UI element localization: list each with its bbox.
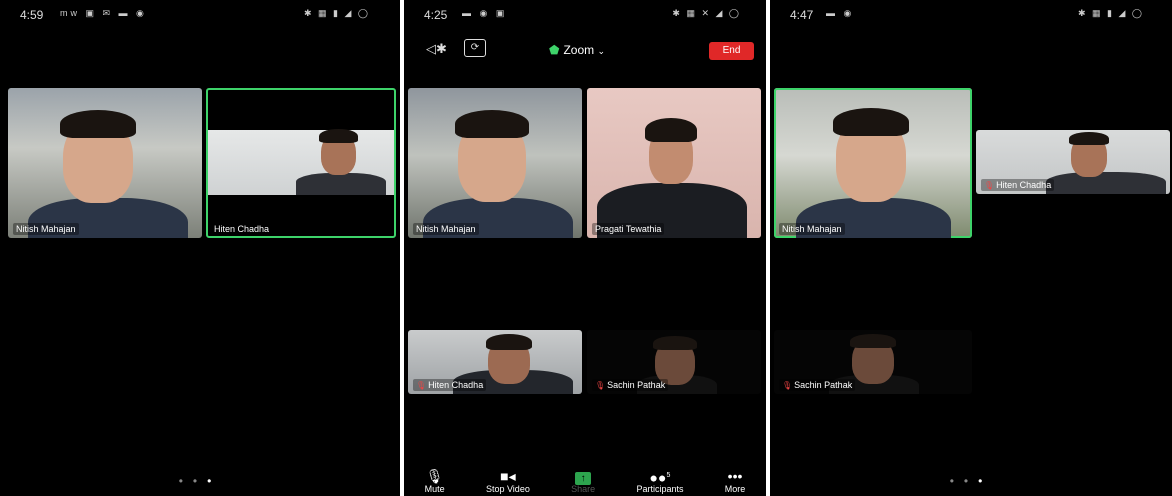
page-indicator[interactable]: ••• [0, 474, 400, 488]
participant-name-text: Hiten Chadha [428, 380, 484, 390]
shield-icon: ⬟ [549, 43, 560, 57]
mute-label: Mute [424, 484, 445, 494]
status-time: 4:59 [20, 8, 44, 22]
participant-name: 🎙 Hiten Chadha [413, 379, 487, 391]
participant-name: Nitish Mahajan [413, 223, 479, 235]
participants-label: Participants [636, 484, 684, 494]
meeting-toolbar: 🎙 Mute ■◂ Stop Video ↑ Share ●●5 Partici… [404, 458, 766, 496]
participant-hair [645, 118, 697, 142]
video-tile-nitish[interactable]: Nitish Mahajan [408, 88, 582, 238]
video-tile-hiten[interactable]: 🎙 Hiten Chadha [976, 130, 1170, 194]
participants-icon-wrap: ●●5 [650, 468, 671, 486]
notification-icons: ▬ ◉ [826, 8, 855, 18]
page-dot: • [192, 474, 208, 488]
system-icons: ✱ ▦ ▮ ◢ ◯ [304, 8, 370, 18]
participant-name: 🎙 Sachin Pathak [779, 379, 856, 391]
page-indicator[interactable]: ••• [770, 474, 1172, 488]
system-icons: ✱ ▦ ▮ ◢ ◯ [1078, 8, 1144, 18]
page-dot-active: • [978, 474, 993, 488]
chevron-down-icon: ⌄ [597, 46, 606, 56]
status-bar: 4:47 ▬ ◉ ✱ ▦ ▮ ◢ ◯ [770, 0, 1172, 28]
participant-hair [850, 334, 896, 348]
video-tile-sachin[interactable]: 🎙 Sachin Pathak [587, 330, 761, 394]
participant-name: 🎙 Hiten Chadha [981, 179, 1055, 191]
muted-mic-icon: 🎙 [416, 381, 427, 390]
participant-name: Hiten Chadha [211, 223, 273, 235]
stop-video-button[interactable]: ■◂ Stop Video [486, 468, 530, 494]
notification-icons: ▬ ◉ ▣ [462, 8, 508, 18]
participant-name: Nitish Mahajan [13, 223, 79, 235]
page-dot-active: • [207, 474, 222, 488]
participant-torso [296, 173, 386, 195]
notification-icons: mw ▣ ✉ ▬ ◉ [60, 8, 147, 18]
more-label: More [724, 484, 746, 494]
phone-screen-2: 4:25 ▬ ◉ ▣ ✱ ▦ ✕ ◢ ◯ ◁✱ ⟳ ⬟ Zoom ⌄ End Ni… [404, 0, 766, 496]
participant-name: Pragati Tewathia [592, 223, 665, 235]
status-time: 4:25 [424, 8, 448, 22]
video-tile-sachin[interactable]: 🎙 Sachin Pathak [774, 330, 972, 394]
end-button[interactable]: End [709, 42, 754, 60]
participant-hair [60, 110, 136, 138]
mute-button[interactable]: 🎙 Mute [425, 468, 445, 494]
video-tile-nitish[interactable]: Nitish Mahajan [8, 88, 202, 238]
microphone-icon: 🎙 [425, 468, 444, 484]
video-tile-hiten[interactable]: Hiten Chadha [206, 88, 396, 238]
page-dot: • [178, 474, 193, 488]
video-tile-nitish[interactable]: Nitish Mahajan [774, 88, 972, 238]
status-bar: 4:25 ▬ ◉ ▣ ✱ ▦ ✕ ◢ ◯ [404, 0, 766, 28]
share-icon-wrap: ↑ [575, 468, 592, 485]
meeting-title-text: Zoom [563, 43, 595, 57]
video-camera-icon: ■◂ [500, 468, 516, 484]
participant-name-text: Sachin Pathak [607, 380, 666, 390]
participant-name-text: Hiten Chadha [996, 180, 1052, 190]
status-bar: 4:59 mw ▣ ✉ ▬ ◉ ✱ ▦ ▮ ◢ ◯ [0, 0, 400, 28]
muted-mic-icon: 🎙 [782, 381, 793, 390]
more-icon: ••• [727, 468, 743, 484]
video-tile-hiten[interactable]: 🎙 Hiten Chadha [408, 330, 582, 394]
share-button[interactable]: ↑ Share [571, 468, 595, 494]
switch-camera-icon[interactable]: ⟳ [464, 39, 486, 57]
meeting-title[interactable]: ⬟ Zoom ⌄ [549, 43, 605, 57]
participant-hair [653, 336, 697, 350]
speaker-icon[interactable]: ◁✱ [426, 41, 447, 57]
participant-name: 🎙 Sachin Pathak [592, 379, 669, 391]
participant-hair [1069, 132, 1109, 145]
stop-video-label: Stop Video [485, 484, 530, 494]
phone-screen-3: 4:47 ▬ ◉ ✱ ▦ ▮ ◢ ◯ Nitish Mahajan 🎙 Hiten… [770, 0, 1172, 496]
participant-torso [1046, 172, 1166, 194]
status-time: 4:47 [790, 8, 814, 22]
more-button[interactable]: ••• More [725, 468, 746, 494]
muted-mic-icon: 🎙 [984, 181, 995, 190]
system-icons: ✱ ▦ ✕ ◢ ◯ [672, 8, 741, 18]
page-dot: • [949, 474, 964, 488]
participant-name: Nitish Mahajan [779, 223, 845, 235]
participant-hair [455, 110, 529, 138]
share-label: Share [571, 484, 596, 494]
participant-hair [319, 129, 358, 143]
participant-hair [833, 108, 909, 136]
video-tile-pragati[interactable]: Pragati Tewathia [587, 88, 761, 238]
participants-button[interactable]: ●●5 Participants [636, 468, 683, 494]
muted-mic-icon: 🎙 [595, 381, 606, 390]
participant-name-text: Sachin Pathak [794, 380, 853, 390]
participant-hair [486, 334, 532, 350]
meeting-top-bar: ◁✱ ⟳ ⬟ Zoom ⌄ End [404, 36, 766, 64]
page-dot: • [963, 474, 979, 488]
participants-count: 5 [666, 472, 671, 479]
phone-screen-1: 4:59 mw ▣ ✉ ▬ ◉ ✱ ▦ ▮ ◢ ◯ Nitish Mahajan… [0, 0, 400, 496]
